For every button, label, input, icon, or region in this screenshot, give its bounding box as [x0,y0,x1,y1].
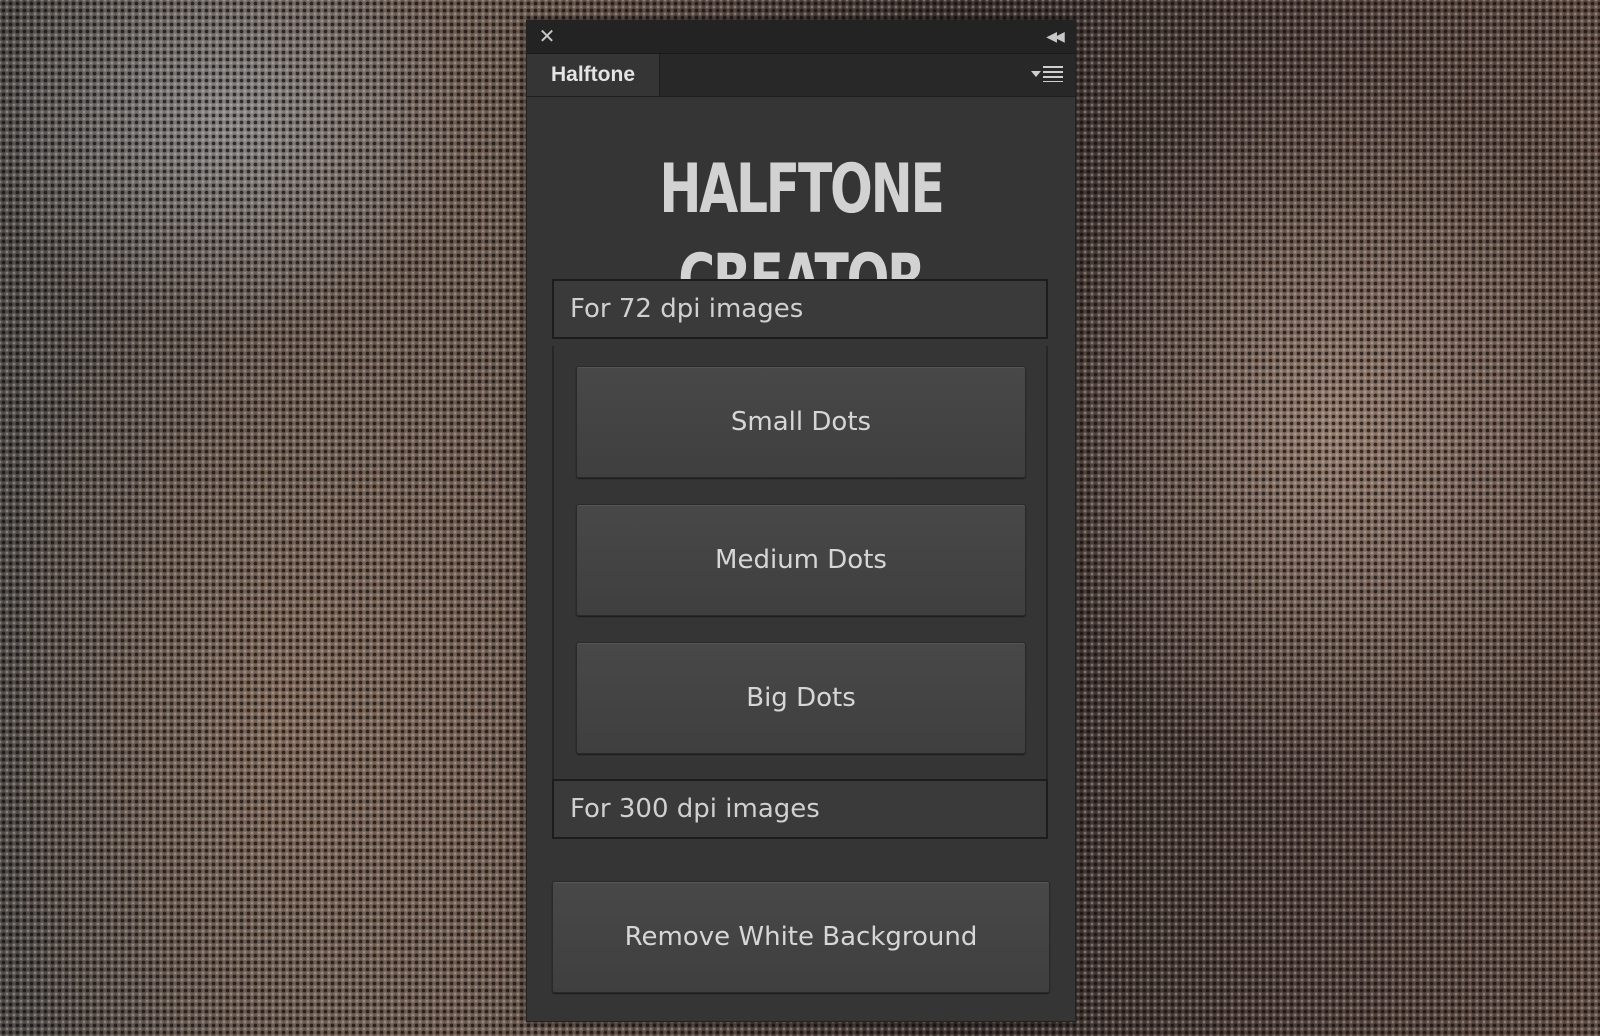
collapse-icon[interactable]: ◀◀ [1041,26,1067,48]
small-dots-button[interactable]: Small Dots [576,366,1026,478]
section-header-300dpi[interactable]: For 300 dpi images [552,779,1048,839]
tab-halftone[interactable]: Halftone [527,54,660,96]
menu-lines-icon [1043,66,1063,82]
close-icon[interactable]: ✕ [537,25,557,47]
panel-menu-icon[interactable] [1031,64,1067,86]
menu-arrow-icon [1031,71,1041,77]
panel-tabbar: Halftone [527,54,1075,97]
big-dots-button[interactable]: Big Dots [576,642,1026,754]
remove-white-background-button[interactable]: Remove White Background [552,881,1050,993]
panel-titlebar: ✕ ◀◀ [527,21,1075,54]
medium-dots-button[interactable]: Medium Dots [576,504,1026,616]
halftone-panel: ✕ ◀◀ Halftone HALFTONE CREATOR For 72 dp… [526,20,1076,1022]
section-header-72dpi[interactable]: For 72 dpi images [552,279,1048,339]
